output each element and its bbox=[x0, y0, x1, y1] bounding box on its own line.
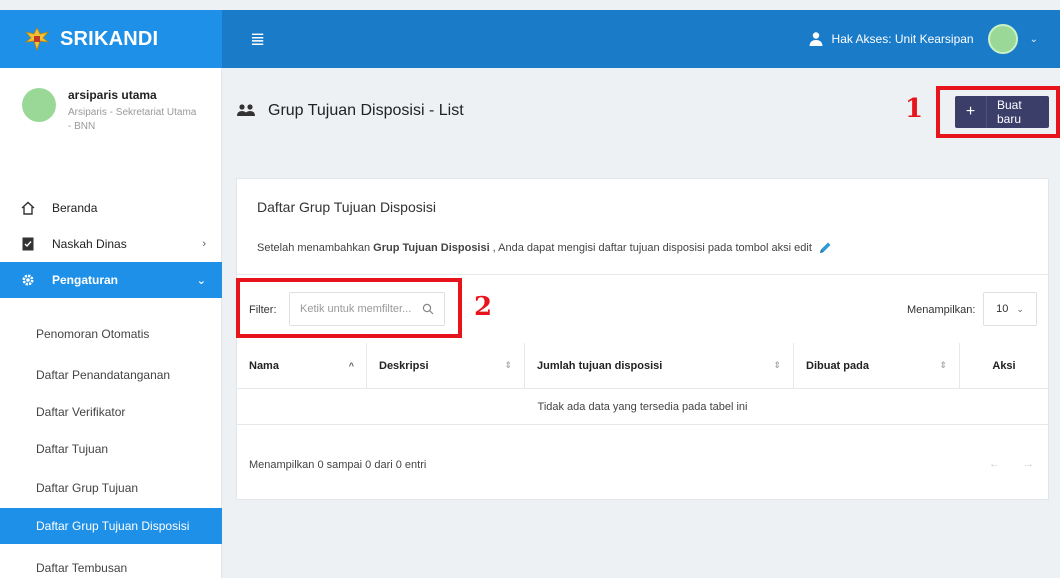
sidebar-item-naskah-dinas[interactable]: Naskah Dinas › bbox=[0, 226, 222, 262]
gear-icon bbox=[20, 272, 36, 288]
card-divider bbox=[237, 274, 1048, 275]
sort-icon: ⇕ bbox=[773, 360, 781, 370]
home-icon bbox=[20, 200, 36, 216]
profile-name: arsiparis utama bbox=[68, 88, 157, 102]
sidebar: arsiparis utama Arsiparis - Sekretariat … bbox=[0, 68, 222, 578]
column-header-dibuat-pada[interactable]: Dibuat pada ⇕ bbox=[794, 343, 960, 388]
chevron-right-icon: › bbox=[202, 238, 206, 250]
sidebar-item-pengaturan[interactable]: Pengaturan ⌄ bbox=[0, 262, 222, 298]
column-label: Deskripsi bbox=[379, 359, 429, 372]
desc-bold: Grup Tujuan Disposisi bbox=[373, 242, 490, 254]
page-header: Grup Tujuan Disposisi - List bbox=[236, 102, 464, 120]
column-header-deskripsi[interactable]: Deskripsi ⇕ bbox=[367, 343, 525, 388]
chevron-down-icon: ⌄ bbox=[1016, 303, 1024, 314]
sidebar-subitem-penomoran-otomatis[interactable]: Penomoran Otomatis bbox=[0, 316, 222, 352]
sidebar-item-label: Naskah Dinas bbox=[52, 237, 127, 251]
annotation-box-2 bbox=[236, 278, 462, 338]
table-header: Nama ^ Deskripsi ⇕ Jumlah tujuan disposi… bbox=[237, 343, 1048, 389]
desc-post: , Anda dapat mengisi daftar tujuan dispo… bbox=[492, 242, 812, 254]
empty-table-message: Tidak ada data yang tersedia pada tabel … bbox=[237, 389, 1048, 425]
column-header-jumlah[interactable]: Jumlah tujuan disposisi ⇕ bbox=[525, 343, 794, 388]
card-description: Setelah menambahkan Grup Tujuan Disposis… bbox=[257, 241, 832, 255]
sort-asc-icon: ^ bbox=[348, 360, 354, 371]
column-header-aksi: Aksi bbox=[960, 343, 1048, 388]
sidebar-subitem-daftar-grup-tujuan[interactable]: Daftar Grup Tujuan bbox=[0, 470, 222, 506]
user-icon bbox=[809, 32, 823, 46]
pencil-icon bbox=[819, 242, 831, 253]
sidebar-profile: arsiparis utama Arsiparis - Sekretariat … bbox=[0, 68, 221, 172]
annotation-number-2: 2 bbox=[474, 292, 493, 322]
user-access-area[interactable]: Hak Akses: Unit Kearsipan ⌄ bbox=[808, 24, 1038, 54]
garuda-logo-icon bbox=[24, 27, 50, 52]
top-navbar: ≣ Hak Akses: Unit Kearsipan ⌄ bbox=[222, 10, 1060, 68]
sidebar-item-label: Beranda bbox=[52, 201, 98, 215]
users-group-icon bbox=[237, 104, 255, 116]
page-title-suffix: - List bbox=[424, 102, 464, 119]
column-label: Nama bbox=[249, 359, 279, 372]
access-label: Hak Akses: Unit Kearsipan bbox=[831, 32, 974, 46]
page-title-main: Grup Tujuan Disposisi bbox=[268, 102, 425, 119]
table-info: Menampilkan 0 sampai 0 dari 0 entri bbox=[249, 459, 427, 471]
sort-icon: ⇕ bbox=[504, 360, 512, 370]
page-title: Grup Tujuan Disposisi - List bbox=[268, 102, 464, 120]
annotation-number-1: 1 bbox=[905, 94, 924, 124]
column-label: Dibuat pada bbox=[806, 359, 869, 372]
pagination-arrows[interactable]: ← → bbox=[989, 458, 1044, 470]
hamburger-menu-icon[interactable]: ≣ bbox=[250, 30, 265, 48]
profile-role: Arsiparis - Sekretariat Utama - BNN bbox=[68, 107, 197, 132]
column-label: Aksi bbox=[992, 359, 1016, 372]
annotation-box-1 bbox=[936, 86, 1060, 138]
sidebar-subitem-daftar-tembusan[interactable]: Daftar Tembusan bbox=[0, 550, 222, 578]
data-table: Nama ^ Deskripsi ⇕ Jumlah tujuan disposi… bbox=[237, 343, 1048, 425]
desc-pre: Setelah menambahkan bbox=[257, 242, 371, 254]
chevron-down-icon: ⌄ bbox=[196, 274, 206, 287]
sidebar-subitem-daftar-penandatanganan[interactable]: Daftar Penandatanganan bbox=[0, 357, 222, 393]
sidebar-item-label: Pengaturan bbox=[52, 273, 119, 287]
sort-icon: ⇕ bbox=[939, 360, 947, 370]
user-avatar[interactable] bbox=[987, 24, 1018, 54]
sidebar-item-beranda[interactable]: Beranda bbox=[0, 190, 222, 226]
grup-tujuan-disposisi-card: Daftar Grup Tujuan Disposisi Setelah men… bbox=[236, 178, 1049, 500]
sidebar-subitem-daftar-grup-tujuan-disposisi[interactable]: Daftar Grup Tujuan Disposisi bbox=[0, 508, 222, 544]
card-title: Daftar Grup Tujuan Disposisi bbox=[257, 199, 436, 215]
column-header-nama[interactable]: Nama ^ bbox=[237, 343, 367, 388]
column-label: Jumlah tujuan disposisi bbox=[537, 359, 663, 372]
chevron-down-icon[interactable]: ⌄ bbox=[1030, 34, 1038, 45]
avatar bbox=[22, 88, 56, 122]
page-size-label: Menampilkan: bbox=[907, 304, 976, 316]
app-name: SRIKANDI bbox=[60, 27, 159, 50]
page-size-select[interactable]: 10 ⌄ bbox=[983, 292, 1037, 326]
page-size-value: 10 bbox=[996, 303, 1009, 315]
sidebar-subitem-daftar-tujuan[interactable]: Daftar Tujuan bbox=[0, 431, 222, 467]
document-icon bbox=[20, 236, 36, 252]
brand-bar: SRIKANDI bbox=[0, 10, 222, 68]
sidebar-subitem-daftar-verifikator[interactable]: Daftar Verifikator bbox=[0, 394, 222, 430]
